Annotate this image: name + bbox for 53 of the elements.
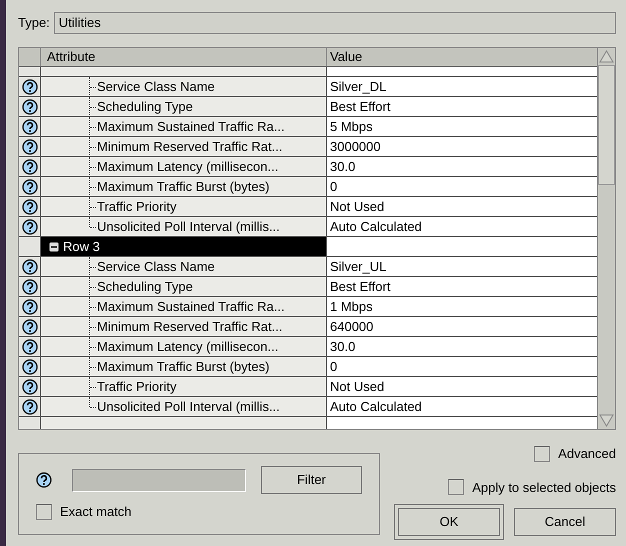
scroll-down-icon[interactable]	[598, 412, 615, 429]
attribute-name: Scheduling Type	[97, 98, 193, 116]
help-icon	[22, 318, 38, 334]
attribute-name: Traffic Priority	[97, 198, 176, 216]
attribute-name: Unsolicited Poll Interval (millis...	[97, 398, 280, 416]
checkbox[interactable]: Exact match	[36, 502, 362, 522]
group-label: Row 3	[63, 238, 100, 256]
attribute-name: Unsolicited Poll Interval (millis...	[97, 218, 280, 236]
ok-button[interactable]: OK	[398, 508, 500, 536]
attribute-name: Maximum Latency (millisecon...	[97, 158, 278, 176]
help-icon	[22, 278, 38, 294]
attribute-name: Maximum Sustained Traffic Ra...	[97, 118, 285, 136]
attribute-name: Maximum Traffic Burst (bytes)	[97, 358, 270, 376]
help-icon	[22, 78, 38, 94]
cancel-button[interactable]: Cancel	[514, 508, 616, 536]
attribute-name: Minimum Reserved Traffic Rat...	[97, 138, 282, 156]
column-header[interactable]: Value	[327, 48, 597, 66]
type-label: Type:	[18, 14, 50, 32]
attribute-name: Maximum Traffic Burst (bytes)	[97, 178, 270, 196]
checkbox[interactable]: Apply to selected objects	[448, 478, 616, 497]
checkbox-label: Advanced	[558, 445, 616, 463]
attribute-name: Scheduling Type	[97, 278, 193, 296]
checkbox[interactable]: Advanced	[534, 444, 616, 464]
help-icon	[22, 378, 38, 394]
collapse-icon[interactable]	[49, 242, 59, 252]
help-icon	[36, 472, 52, 488]
tree-group-row[interactable]: Row 3	[41, 237, 327, 256]
help-icon	[22, 138, 38, 154]
filter-input[interactable]	[72, 468, 246, 492]
help-icon	[22, 218, 38, 234]
help-icon	[22, 298, 38, 314]
attribute-name: Service Class Name	[97, 258, 215, 276]
help-icon	[22, 118, 38, 134]
attribute-name: Traffic Priority	[97, 378, 176, 396]
checkbox-label: Apply to selected objects	[472, 478, 616, 497]
scroll-thumb[interactable]	[598, 65, 615, 185]
type-field: Utilities	[54, 12, 616, 34]
help-icon	[22, 358, 38, 374]
help-icon	[22, 398, 38, 414]
scrollbar[interactable]	[597, 48, 615, 429]
help-icon	[22, 178, 38, 194]
column-header[interactable]: Attribute	[41, 48, 327, 66]
help-icon	[22, 98, 38, 114]
help-icon	[22, 198, 38, 214]
help-icon	[22, 258, 38, 274]
attribute-name: Service Class Name	[97, 78, 215, 96]
help-icon	[22, 158, 38, 174]
help-icon	[22, 338, 38, 354]
filter-button[interactable]: Filter	[260, 466, 362, 494]
attribute-name: Maximum Sustained Traffic Ra...	[97, 298, 285, 316]
checkbox-label: Exact match	[60, 503, 132, 521]
attribute-name: Maximum Latency (millisecon...	[97, 338, 278, 356]
attribute-name: Minimum Reserved Traffic Rat...	[97, 318, 282, 336]
